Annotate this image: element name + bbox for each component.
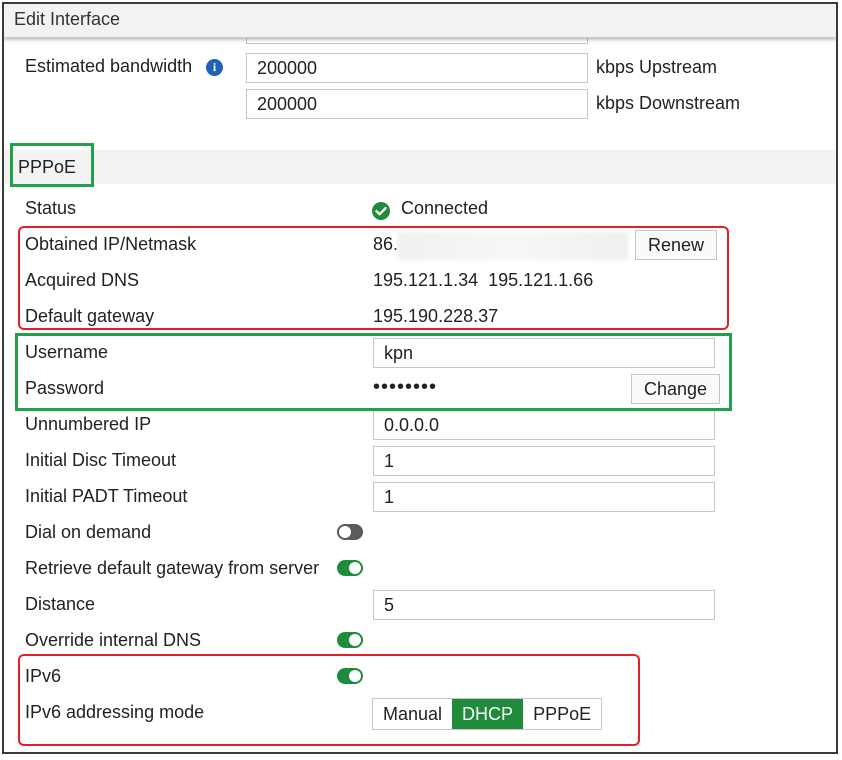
renew-button[interactable]: Renew	[635, 230, 718, 260]
ipv6-mode-selector: Manual DHCP PPPoE	[372, 698, 603, 730]
padt-timeout-input[interactable]	[373, 482, 715, 512]
username-input[interactable]	[373, 338, 715, 368]
upstream-unit: kbps Upstream	[596, 57, 718, 77]
info-icon[interactable]: i	[206, 59, 223, 76]
ipv6-toggle[interactable]	[337, 668, 363, 684]
downstream-bandwidth-input[interactable]	[246, 89, 588, 119]
ipv6-mode-pppoe[interactable]: PPPoE	[523, 699, 602, 729]
dial-on-demand-toggle[interactable]	[337, 524, 363, 540]
window-title: Edit Interface	[14, 9, 121, 29]
edit-interface-window: Edit Interface Estimated bandwidth i kbp…	[2, 2, 838, 754]
disc-timeout-input[interactable]	[373, 446, 715, 476]
obtained-ip-value: 86.	[373, 234, 399, 254]
retrieve-gateway-toggle[interactable]	[337, 560, 363, 576]
distance-label: Distance	[25, 594, 96, 614]
dial-on-demand-label: Dial on demand	[25, 522, 152, 542]
distance-input[interactable]	[373, 590, 715, 620]
acquired-dns-label: Acquired DNS	[25, 270, 140, 290]
redacted-ip-blur	[398, 232, 628, 260]
pppoe-section-header: PPPoE	[4, 150, 836, 184]
window-titlebar: Edit Interface	[4, 4, 836, 38]
padt-timeout-label: Initial PADT Timeout	[25, 486, 188, 506]
change-password-button[interactable]: Change	[631, 374, 721, 404]
password-label: Password	[25, 378, 105, 398]
ipv6-mode-manual[interactable]: Manual	[373, 699, 453, 729]
default-gateway-value: 195.190.228.37	[373, 306, 499, 326]
disc-timeout-label: Initial Disc Timeout	[25, 450, 177, 470]
bandwidth-label: Estimated bandwidth	[25, 56, 193, 76]
default-gateway-label: Default gateway	[25, 306, 155, 326]
unnumbered-ip-input[interactable]	[373, 410, 715, 440]
retrieve-gateway-label: Retrieve default gateway from server	[25, 558, 320, 578]
password-value: ••••••••	[373, 376, 438, 398]
unnumbered-ip-label: Unnumbered IP	[25, 414, 152, 434]
ipv6-mode-dhcp[interactable]: DHCP	[452, 699, 524, 729]
pppoe-section-title: PPPoE	[18, 157, 77, 177]
status-value: Connected	[401, 198, 489, 218]
check-circle-icon	[372, 202, 390, 220]
ipv6-mode-label: IPv6 addressing mode	[25, 702, 205, 722]
username-label: Username	[25, 342, 109, 362]
override-dns-label: Override internal DNS	[25, 630, 202, 650]
obtained-ip-label: Obtained IP/Netmask	[25, 234, 197, 254]
ipv6-label: IPv6	[25, 666, 62, 686]
status-label: Status	[25, 198, 77, 218]
acquired-dns-value: 195.121.1.34 195.121.1.66	[373, 270, 594, 290]
override-dns-toggle[interactable]	[337, 632, 363, 648]
upstream-bandwidth-input[interactable]	[246, 53, 588, 83]
downstream-unit: kbps Downstream	[596, 93, 741, 113]
